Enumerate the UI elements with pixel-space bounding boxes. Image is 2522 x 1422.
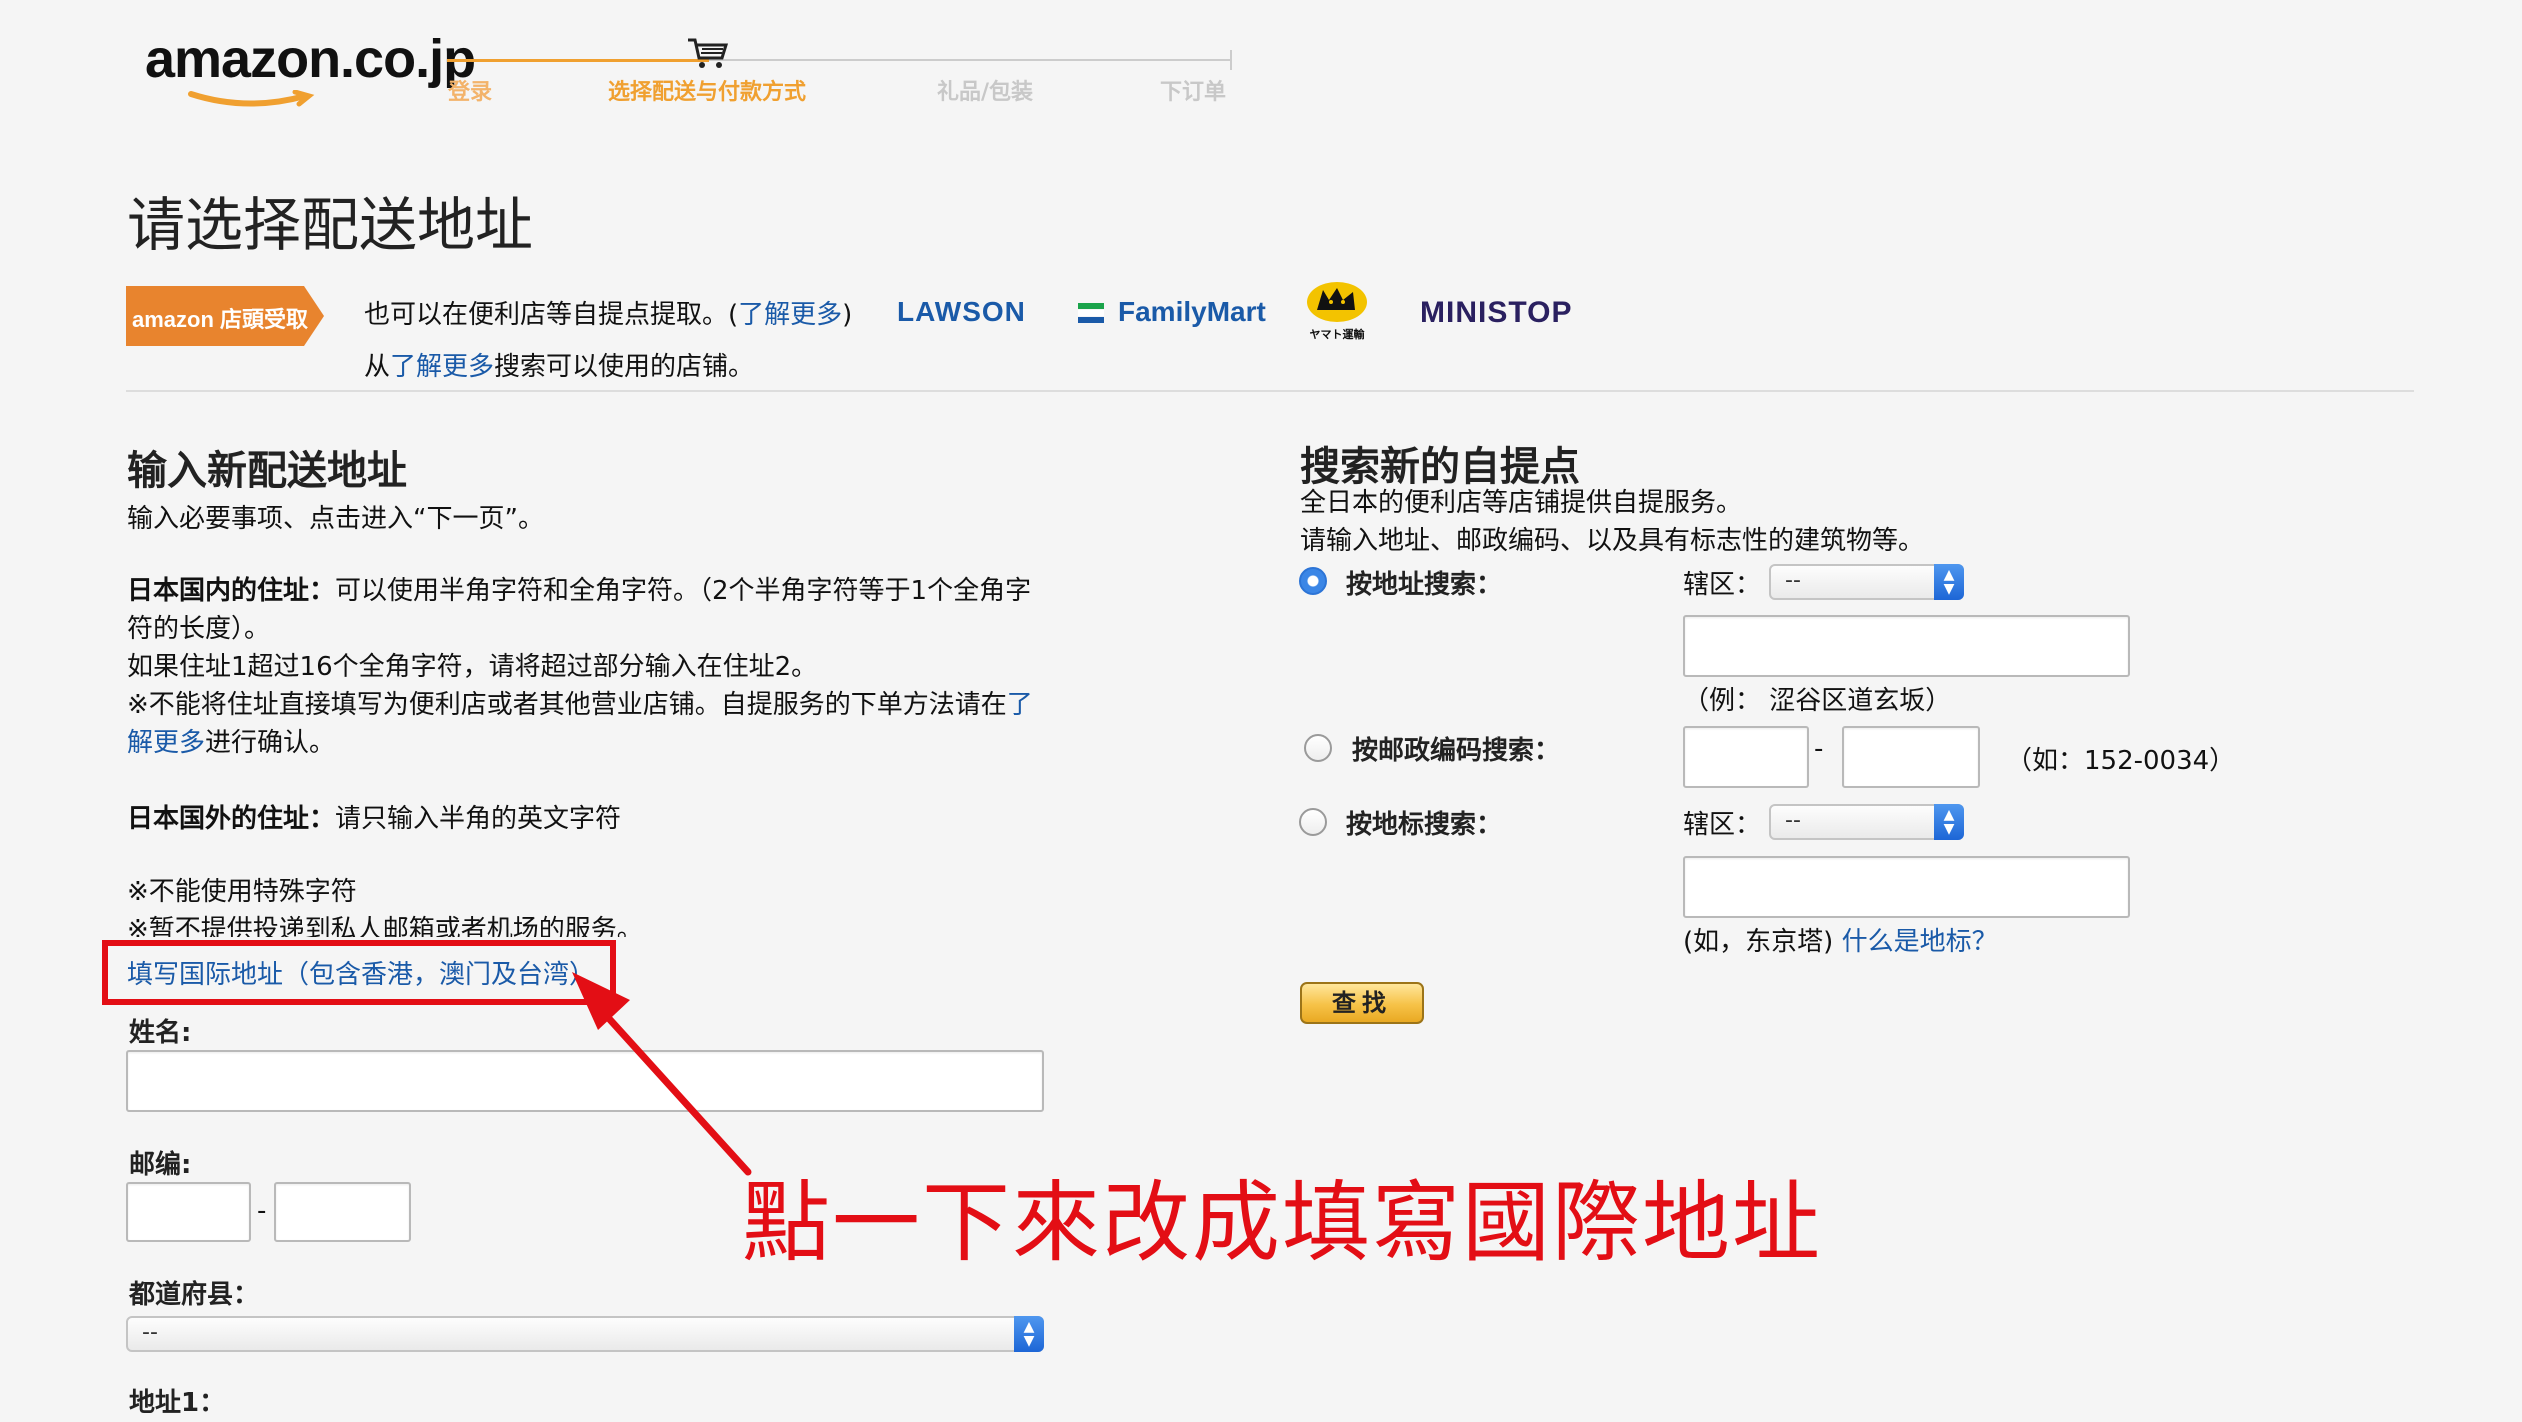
foreign-address-instructions: 日本国外的住址：请只输入半角的英文字符 (127, 800, 1057, 838)
landmark-district-select[interactable]: -- ▲ ▼ (1769, 804, 1964, 840)
new-address-heading: 输入新配送地址 (127, 448, 407, 494)
name-label: 姓名: (129, 1018, 192, 1048)
what-is-landmark-link[interactable]: 什么是地标？ (1842, 927, 1998, 957)
address-notes-clip: ※不能使用特殊字符 ※暂不提供投递到私人邮箱或者机场的服务。 (127, 873, 1057, 937)
step-place-order: 下订单 (1160, 80, 1227, 105)
yamato-logo: ヤマト運輸 (1303, 280, 1371, 342)
prefecture-select-value: -- (142, 1320, 158, 1345)
page-title: 请选择配送地址 (127, 191, 534, 259)
lawson-logo: LAWSON (897, 296, 1026, 327)
postal-code-input-1[interactable] (126, 1182, 251, 1242)
pickup-search-desc2: 请输入地址、邮政编码、以及具有标志性的建筑物等。 (1300, 526, 1925, 556)
store-pickup-badge-label: amazon 店頭受取 (132, 307, 309, 332)
new-address-intro: 输入必要事项、点击进入“下一页”。 (127, 504, 544, 534)
ministop-logo: MINISTOP (1420, 296, 1573, 329)
familymart-logo: FamilyMart (1118, 296, 1266, 327)
prefecture-select[interactable]: -- ▲ ▼ (126, 1316, 1044, 1352)
address-search-input[interactable] (1683, 615, 2130, 677)
landmark-search-input[interactable] (1683, 856, 2130, 918)
foreign-title: 日本国外的住址： (127, 804, 336, 834)
select-arrows-icon: ▲ ▼ (1934, 804, 1964, 840)
logo-text: amazon.co.jp (145, 29, 476, 89)
checkout-progress-fill (447, 59, 709, 62)
search-by-landmark-radio[interactable] (1299, 808, 1327, 836)
learn-more-link-2[interactable]: 了解更多 (390, 352, 494, 382)
step-login: 登录 (448, 80, 493, 105)
address-notes: ※不能使用特殊字符 ※暂不提供投递到私人邮箱或者机场的服务。 (127, 873, 1057, 937)
pickup-description-line2: 从了解更多搜索可以使用的店铺。 (364, 346, 754, 383)
address1-label: 地址1： (129, 1388, 226, 1418)
foreign-text: 请只输入半角的英文字符 (335, 804, 622, 834)
annotation-arrow-icon (572, 972, 752, 1176)
familymart-stripes-icon (1078, 303, 1104, 323)
domestic-address-rule: 日本国内的住址：可以使用半角字符和全角字符。（2个半角字符等于1个全角字符的长度… (127, 572, 1057, 648)
section-divider (126, 390, 2414, 392)
pickup-search-desc1: 全日本的便利店等店铺提供自提服务。 (1300, 488, 1743, 518)
note-special-chars: ※不能使用特殊字符 (127, 877, 357, 907)
postal-code-input-2[interactable] (274, 1182, 411, 1242)
pickup-desc1-suffix: ) (842, 300, 853, 330)
pickup-desc2-prefix: 从 (364, 352, 391, 382)
pickup-desc2-suffix: 搜索可以使用的店铺。 (494, 352, 755, 382)
annotation-text: 點一下來改成填寫國際地址 (742, 1171, 1823, 1274)
pickup-description-line1: 也可以在便利店等自提点提取。(了解更多) (364, 294, 852, 331)
postal-search-dash: - (1814, 734, 1824, 764)
search-by-postal-label: 按邮政编码搜索： (1352, 736, 1561, 766)
postal-code-label: 邮编: (129, 1150, 192, 1180)
domestic-title: 日本国内的住址： (127, 576, 336, 606)
district-select-value: -- (1785, 568, 1801, 593)
international-address-link[interactable]: 填写国际地址（包含香港，澳门及台湾） (127, 954, 595, 991)
search-by-address-radio[interactable] (1299, 567, 1327, 595)
note-po-box: ※暂不提供投递到私人邮箱或者机场的服务。 (127, 915, 643, 937)
cart-icon (688, 38, 729, 68)
step-gift-wrap: 礼品/包装 (937, 80, 1034, 105)
district-label: 辖区： (1683, 570, 1762, 600)
domestic-address-instructions: 日本国内的住址：可以使用半角字符和全角字符。（2个半角字符等于1个全角字符的长度… (127, 572, 1057, 762)
search-by-address-label: 按地址搜索： (1346, 570, 1503, 600)
select-arrows-icon: ▲ ▼ (1014, 1316, 1044, 1352)
learn-more-link[interactable]: 了解更多 (738, 300, 842, 330)
search-by-postal-radio[interactable] (1304, 734, 1332, 762)
landmark-example-text: (如，东京塔) (1683, 927, 1834, 957)
landmark-district-label: 辖区： (1683, 810, 1762, 840)
landmark-example: (如，东京塔) 什么是地标？ (1683, 921, 1998, 958)
district-select[interactable]: -- ▲ ▼ (1769, 564, 1964, 600)
postal-code-dash: - (257, 1196, 267, 1226)
checkout-progress-end (1230, 50, 1232, 70)
search-button[interactable]: 查找 (1300, 982, 1424, 1024)
postal-search-input-1[interactable] (1683, 726, 1809, 788)
select-arrows-icon: ▲ ▼ (1934, 564, 1964, 600)
postal-search-input-2[interactable] (1842, 726, 1980, 788)
domestic-line2: 如果住址1超过16个全角字符，请将超过部分输入在住址2。 (127, 652, 818, 682)
domestic-line3: ※不能将住址直接填写为便利店或者其他营业店铺。自提服务的下单方法请在了解更多进行… (127, 686, 1057, 762)
amazon-logo[interactable]: amazon.co.jp (145, 28, 476, 107)
landmark-district-select-value: -- (1785, 808, 1801, 833)
domestic-line3-text: ※不能将住址直接填写为便利店或者其他营业店铺。自提服务的下单方法请在 (127, 690, 1007, 720)
step-shipping-payment: 选择配送与付款方式 (608, 80, 807, 105)
address-example: （例： 涩谷区道玄坂） (1683, 686, 1952, 716)
prefecture-label: 都道府县： (129, 1280, 260, 1310)
search-by-landmark-label: 按地标搜索： (1346, 810, 1503, 840)
amazon-smile-icon (188, 90, 315, 107)
postal-example: （如：152-0034） (2006, 746, 2236, 776)
domestic-line3-suffix: 进行确认。 (205, 728, 336, 758)
yamato-caption: ヤマト運輸 (1309, 328, 1365, 341)
pickup-desc1-text: 也可以在便利店等自提点提取。( (364, 300, 739, 330)
